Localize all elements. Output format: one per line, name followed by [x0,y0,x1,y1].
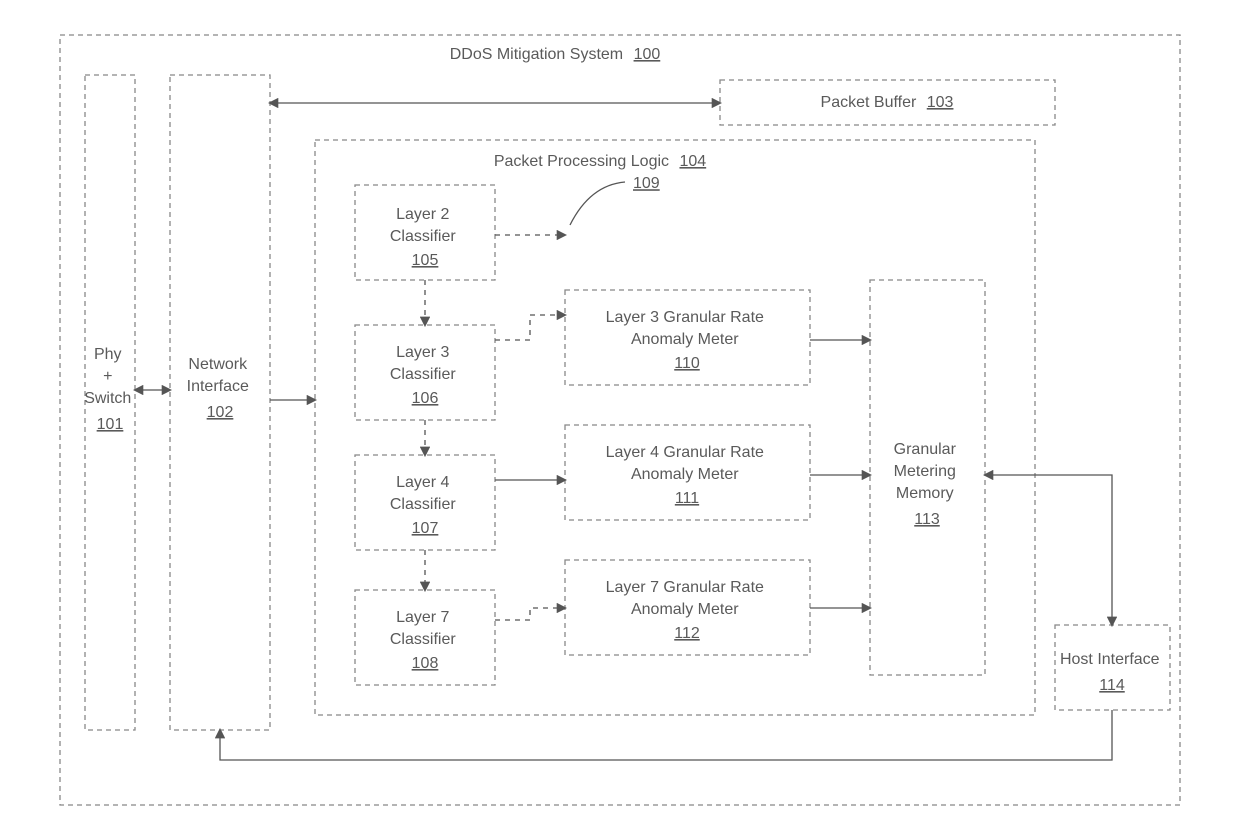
l3-meter-label: Layer 3 Granular Rate Anomaly Meter 110 [606,309,769,372]
l7-to-l7meter-arrow [495,608,565,620]
system-ref: 100 [634,46,661,63]
ppl-title: Packet Processing Logic 104 [494,153,706,170]
l3-meter-ref: 110 [674,355,700,372]
l4-classifier-label: Layer 4 Classifier 107 [390,474,460,537]
phy-switch-ref: 101 [97,416,124,433]
l3-classifier-label: Layer 3 Classifier 106 [390,344,460,407]
l7-classifier-label: Layer 7 Classifier 108 [390,609,460,672]
l2-classifier-ref: 105 [412,252,439,269]
host-to-network-arrow [220,710,1112,760]
l7-meter-label: Layer 7 Granular Rate Anomaly Meter 112 [606,579,769,642]
network-interface-label: Network Interface 102 [187,356,254,421]
network-interface-ref: 102 [207,404,234,421]
host-interface-label: Host Interface 114 [1060,651,1164,694]
packet-buffer-label: Packet Buffer 103 [821,94,954,111]
l2-classifier-label: Layer 2 Classifier 105 [390,206,460,269]
l3-to-l3meter-arrow [495,315,565,340]
system-title: DDoS Mitigation System 100 [450,46,661,63]
phy-switch-label: Phy + Switch 101 [84,346,136,433]
granular-memory-label: Granular Metering Memory 113 [894,441,961,528]
system-title-text: DDoS Mitigation System [450,46,623,63]
network-interface-box [170,75,270,730]
l7-classifier-ref: 108 [412,655,439,672]
hook-109-label: 109 [633,175,660,192]
l4-meter-ref: 111 [675,490,699,507]
memory-to-host-arrow [985,475,1112,625]
granular-memory-ref: 113 [914,511,940,528]
l7-meter-ref: 112 [674,625,700,642]
l3-classifier-ref: 106 [412,390,439,407]
packet-buffer-ref: 103 [927,94,954,111]
l4-meter-label: Layer 4 Granular Rate Anomaly Meter 111 [606,444,769,507]
hook-109-curve [570,182,625,225]
host-interface-ref: 114 [1099,677,1125,694]
l4-classifier-ref: 107 [412,520,439,537]
ppl-ref: 104 [679,153,706,170]
